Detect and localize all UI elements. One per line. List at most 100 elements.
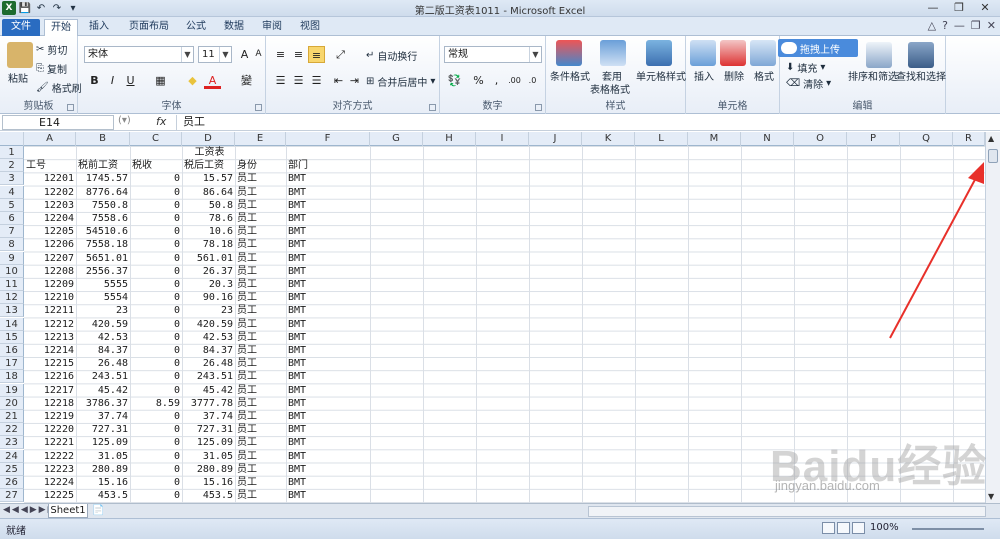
format-cells-icon[interactable] xyxy=(750,40,776,66)
cell-b3[interactable]: 1745.57 xyxy=(76,172,130,185)
cell-a19[interactable]: 12217 xyxy=(24,384,76,397)
cell-d13[interactable]: 23 xyxy=(182,304,235,317)
workbook-restore-icon[interactable]: ❐ xyxy=(971,19,981,32)
help-icon[interactable]: ? xyxy=(942,19,948,32)
format-as-table-icon[interactable] xyxy=(600,40,626,66)
drag-upload-button[interactable]: 拖拽上传 xyxy=(778,39,858,57)
cell-b13[interactable]: 23 xyxy=(76,304,130,317)
workbook-minimize-icon[interactable]: — xyxy=(954,19,965,32)
cell-e16[interactable]: 员工 xyxy=(237,344,286,357)
column-header-o[interactable]: O xyxy=(794,132,847,146)
cell-f8[interactable]: BMT xyxy=(288,238,370,251)
formula-bar-expand-icon[interactable]: (▾) xyxy=(118,115,131,126)
cell-b8[interactable]: 7558.18 xyxy=(76,238,130,251)
row-header[interactable]: 6 xyxy=(0,212,24,225)
cell-d18[interactable]: 243.51 xyxy=(182,370,235,383)
cell-a1[interactable] xyxy=(26,146,76,159)
cell-f3[interactable]: BMT xyxy=(288,172,370,185)
cell-a27[interactable]: 12225 xyxy=(24,489,76,502)
cell-d17[interactable]: 26.48 xyxy=(182,357,235,370)
scroll-thumb[interactable] xyxy=(988,149,998,163)
row-header[interactable]: 2 xyxy=(0,159,24,173)
cell-b10[interactable]: 2556.37 xyxy=(76,265,130,278)
cell-a26[interactable]: 12224 xyxy=(24,476,76,489)
cell-b4[interactable]: 8776.64 xyxy=(76,186,130,199)
select-all-corner[interactable] xyxy=(0,132,24,146)
cell-f26[interactable]: BMT xyxy=(288,476,370,489)
column-header-c[interactable]: C xyxy=(130,132,182,146)
tab-formulas[interactable]: 公式 xyxy=(180,19,212,36)
cell-a11[interactable]: 12209 xyxy=(24,278,76,291)
cell-e14[interactable]: 员工 xyxy=(237,318,286,331)
chevron-down-icon[interactable]: ▼ xyxy=(219,47,231,62)
row-header[interactable]: 16 xyxy=(0,344,24,357)
column-header-f[interactable]: F xyxy=(286,132,370,146)
cell-b5[interactable]: 7550.8 xyxy=(76,199,130,212)
cell-f16[interactable]: BMT xyxy=(288,344,370,357)
tab-page-layout[interactable]: 页面布局 xyxy=(122,19,176,36)
cell-a8[interactable]: 12206 xyxy=(24,238,76,251)
cell-e20[interactable]: 员工 xyxy=(237,397,286,410)
font-launcher-icon[interactable] xyxy=(255,104,262,111)
cell-c11[interactable]: 0 xyxy=(130,278,182,291)
cell-d5[interactable]: 50.8 xyxy=(182,199,235,212)
cell-a13[interactable]: 12211 xyxy=(24,304,76,317)
cell-f12[interactable]: BMT xyxy=(288,291,370,304)
page-break-view-icon[interactable] xyxy=(852,522,865,534)
column-header-b[interactable]: B xyxy=(76,132,130,146)
column-header-n[interactable]: N xyxy=(741,132,794,146)
align-left-icon[interactable]: ☰ xyxy=(272,72,289,89)
cell-f2[interactable]: 部门 xyxy=(288,159,370,172)
cell-b26[interactable]: 15.16 xyxy=(76,476,130,489)
cell-c19[interactable]: 0 xyxy=(130,384,182,397)
cell-d23[interactable]: 125.09 xyxy=(182,436,235,449)
cell-a21[interactable]: 12219 xyxy=(24,410,76,423)
scroll-down-icon[interactable]: ▼ xyxy=(988,492,994,501)
row-header[interactable]: 13 xyxy=(0,304,24,318)
close-icon[interactable]: ✕ xyxy=(972,0,998,16)
conditional-format-icon[interactable] xyxy=(556,40,582,66)
cell-d9[interactable]: 561.01 xyxy=(182,252,235,265)
bold-button[interactable]: B xyxy=(86,72,103,89)
cell-e2[interactable]: 身份 xyxy=(237,159,286,172)
cell-b19[interactable]: 45.42 xyxy=(76,384,130,397)
column-header-g[interactable]: G xyxy=(370,132,423,146)
row-header[interactable]: 18 xyxy=(0,370,24,384)
phonetic-icon[interactable]: 變 xyxy=(238,72,255,89)
cell-a18[interactable]: 12216 xyxy=(24,370,76,383)
comma-style-icon[interactable]: , xyxy=(488,72,505,89)
tab-file[interactable]: 文件 xyxy=(2,19,40,36)
cell-d22[interactable]: 727.31 xyxy=(182,423,235,436)
increase-decimal-icon[interactable]: .00 xyxy=(506,72,523,89)
chevron-down-icon[interactable]: ▼ xyxy=(181,47,193,62)
sort-filter-button[interactable]: 排序和筛选 xyxy=(848,68,898,83)
column-header-i[interactable]: I xyxy=(476,132,529,146)
cell-d19[interactable]: 45.42 xyxy=(182,384,235,397)
cell-a22[interactable]: 12220 xyxy=(24,423,76,436)
cell-b12[interactable]: 5554 xyxy=(76,291,130,304)
row-header[interactable]: 17 xyxy=(0,357,24,371)
cell-d1[interactable]: 工资表 xyxy=(184,146,235,159)
column-header-d[interactable]: D xyxy=(182,132,235,146)
row-header[interactable]: 21 xyxy=(0,410,24,423)
cell-d7[interactable]: 10.6 xyxy=(182,225,235,238)
column-header-l[interactable]: L xyxy=(635,132,688,146)
cell-e9[interactable]: 员工 xyxy=(237,252,286,265)
row-header[interactable]: 1 xyxy=(0,146,24,159)
cell-c2[interactable]: 税收 xyxy=(132,159,182,172)
row-header[interactable]: 19 xyxy=(0,383,24,397)
insert-cells-button[interactable]: 插入 xyxy=(694,68,714,83)
row-header[interactable]: 8 xyxy=(0,238,24,252)
cell-e17[interactable]: 员工 xyxy=(237,357,286,370)
cell-f19[interactable]: BMT xyxy=(288,384,370,397)
cell-c10[interactable]: 0 xyxy=(130,265,182,278)
cell-d26[interactable]: 15.16 xyxy=(182,476,235,489)
cell-b18[interactable]: 243.51 xyxy=(76,370,130,383)
row-header[interactable]: 11 xyxy=(0,278,24,291)
cell-c15[interactable]: 0 xyxy=(130,331,182,344)
cell-a4[interactable]: 12202 xyxy=(24,186,76,199)
cell-c4[interactable]: 0 xyxy=(130,186,182,199)
cell-d12[interactable]: 90.16 xyxy=(182,291,235,304)
cell-a9[interactable]: 12207 xyxy=(24,252,76,265)
cell-f4[interactable]: BMT xyxy=(288,186,370,199)
